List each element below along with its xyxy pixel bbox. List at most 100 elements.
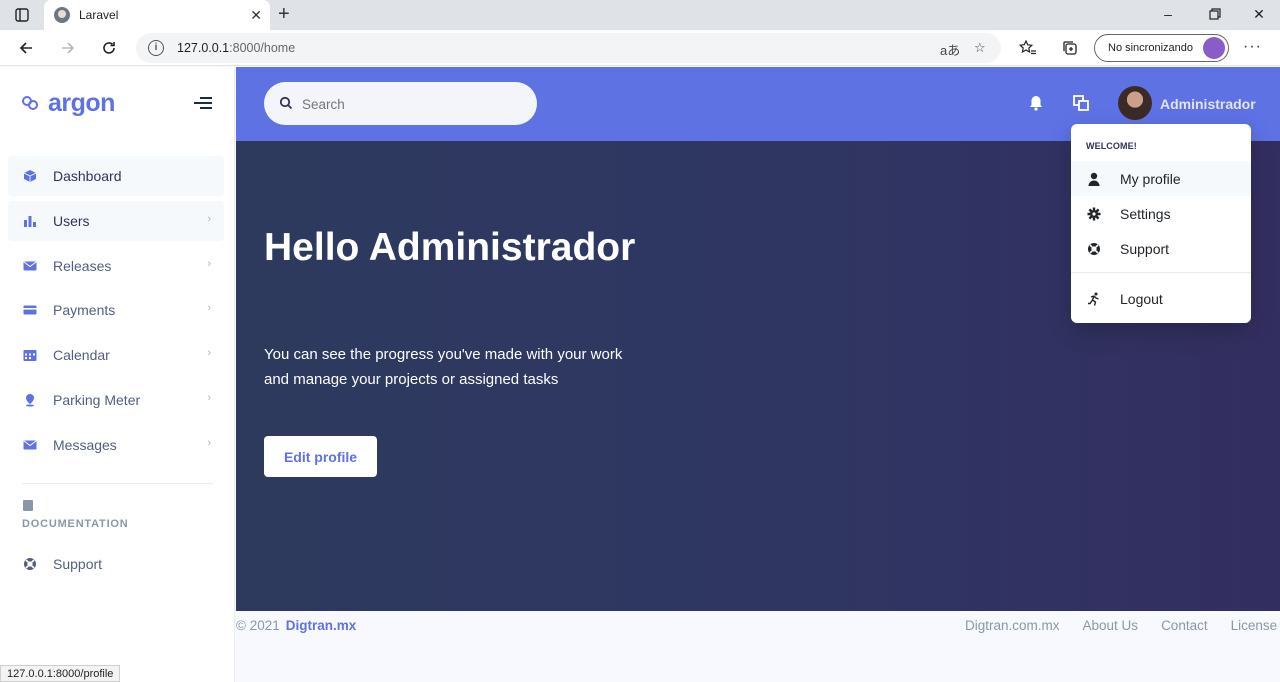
dropdown-heading: WELCOME! [1086,141,1137,151]
tab-close-icon[interactable]: ✕ [250,6,262,24]
menu-item-my-profile[interactable]: My profile [1071,161,1251,196]
brand-logo[interactable]: argon [22,89,115,118]
brand-link[interactable]: Digtran.mx [286,618,357,633]
chevron-right-icon: › [207,302,211,315]
site-info-icon[interactable]: i [148,40,164,56]
bell-icon[interactable] [1029,95,1043,111]
chevron-right-icon: › [207,391,211,404]
user-avatar[interactable] [1118,86,1152,120]
minimize-icon[interactable]: – [1156,4,1180,24]
back-icon[interactable] [14,36,38,60]
chevron-right-icon: › [207,347,211,360]
cube-icon [23,170,37,182]
user-name[interactable]: Administrador [1160,96,1256,112]
sidebar-item-calendar[interactable]: Calendar › [8,335,224,375]
tab-actions-button[interactable] [8,5,36,25]
sidebar-item-label: Payments [53,302,116,319]
menu-item-label: Support [1120,241,1170,257]
search-icon [279,96,293,110]
menu-item-support[interactable]: Support [1071,231,1251,266]
url-text: 127.0.0.1:8000/home [177,41,295,55]
pin-icon [26,393,34,407]
footer-link[interactable]: License [1231,618,1278,633]
favorites-icon[interactable] [1018,38,1038,58]
sidebar-item-label: Messages [53,436,117,453]
user-dropdown-menu: WELCOME! My profile Settings Support Log… [1071,124,1251,323]
chevron-right-icon: › [207,257,211,270]
url-path: :8000/home [229,41,296,55]
chevron-right-icon: › [207,436,211,449]
footer: © 2021 Digtran.mx Digtran.com.mx About Us… [236,611,1280,682]
browser-tab[interactable]: Laravel ✕ [44,0,270,30]
close-window-icon[interactable]: ✕ [1247,4,1271,24]
gear-icon [1087,207,1101,221]
copyright-text: © 2021 [236,618,280,633]
tab-favicon-icon [54,7,70,23]
url-field[interactable]: i 127.0.0.1:8000/home aあ ☆ [136,33,1001,63]
forward-icon[interactable] [56,36,80,60]
copyright: © 2021 Digtran.mx [236,618,356,633]
sidebar-nav: Dashboard Users › Releases › Payments › … [8,156,224,470]
sidebar-item-label: Calendar [53,347,110,364]
edit-profile-button[interactable]: Edit profile [264,436,377,477]
address-bar: i 127.0.0.1:8000/home aあ ☆ No sincroniza… [0,30,1280,66]
sidebar-item-label: Users [53,212,90,229]
book-icon [23,500,33,511]
search-input[interactable] [302,94,522,114]
more-options-icon[interactable]: ··· [1243,38,1262,56]
add-favorite-icon[interactable]: ☆ [974,40,986,56]
calendar-icon [23,350,37,362]
tab-title: Laravel [79,8,119,22]
lifebuoy-icon [24,558,36,570]
menu-item-label: Logout [1120,291,1163,307]
documentation-heading: DOCUMENTATION [22,518,129,530]
profile-sync-button[interactable]: No sincronizando [1094,34,1229,62]
read-aloud-icon[interactable]: aあ [940,40,960,59]
footer-link[interactable]: Digtran.com.mx [965,618,1060,633]
hero-description: You can see the progress you've made wit… [264,346,623,388]
envelope-icon [23,261,37,271]
footer-link[interactable]: Contact [1161,618,1208,633]
browser-tab-strip: Laravel ✕ + – ✕ [0,0,1280,30]
footer-link[interactable]: About Us [1083,618,1139,633]
sidebar-item-label: Dashboard [53,168,122,184]
running-icon [1088,292,1099,306]
sidebar-item-label: Parking Meter [53,391,141,408]
menu-item-logout[interactable]: Logout [1071,281,1251,316]
envelope-icon [23,440,37,450]
menu-item-settings[interactable]: Settings [1071,196,1251,231]
sidebar-item-label: Releases [53,257,112,274]
sync-label: No sincronizando [1108,42,1193,54]
lifebuoy-icon [1088,243,1100,255]
credit-card-icon [23,305,37,315]
status-bar-url: 127.0.0.1:8000/profile [0,665,121,682]
url-host: 127.0.0.1 [177,41,230,55]
sidebar: argon Dashboard Users › Releases › Payme… [0,67,235,682]
sidebar-item-payments[interactable]: Payments › [8,290,224,330]
sidebar-toggle-icon[interactable] [194,97,212,112]
footer-links: Digtran.com.mx About Us Contact License [965,618,1277,633]
sidebar-item-parking-meter[interactable]: Parking Meter › [8,380,224,420]
sidebar-item-label: Support [53,556,103,572]
refresh-icon[interactable] [97,36,121,60]
brand-name: argon [48,89,115,117]
apps-icon[interactable] [1073,95,1089,111]
sidebar-divider [22,483,213,484]
menu-item-label: My profile [1120,171,1181,187]
user-icon [1088,172,1100,186]
menu-item-label: Settings [1120,206,1171,222]
sidebar-item-support[interactable]: Support [8,544,224,584]
collections-icon[interactable] [1060,38,1080,58]
profile-avatar [1203,37,1225,59]
search-box[interactable] [264,82,537,125]
tab-actions-icon [15,8,29,22]
sidebar-item-messages[interactable]: Messages › [8,425,224,465]
argon-logo-icon [22,94,42,114]
sidebar-item-dashboard[interactable]: Dashboard [8,156,224,196]
restore-icon[interactable] [1203,4,1227,24]
new-tab-icon[interactable]: + [278,3,290,25]
chevron-right-icon: › [207,212,211,225]
sidebar-item-releases[interactable]: Releases › [8,246,224,286]
chart-bars-icon [24,215,36,227]
sidebar-item-users[interactable]: Users › [8,200,224,241]
